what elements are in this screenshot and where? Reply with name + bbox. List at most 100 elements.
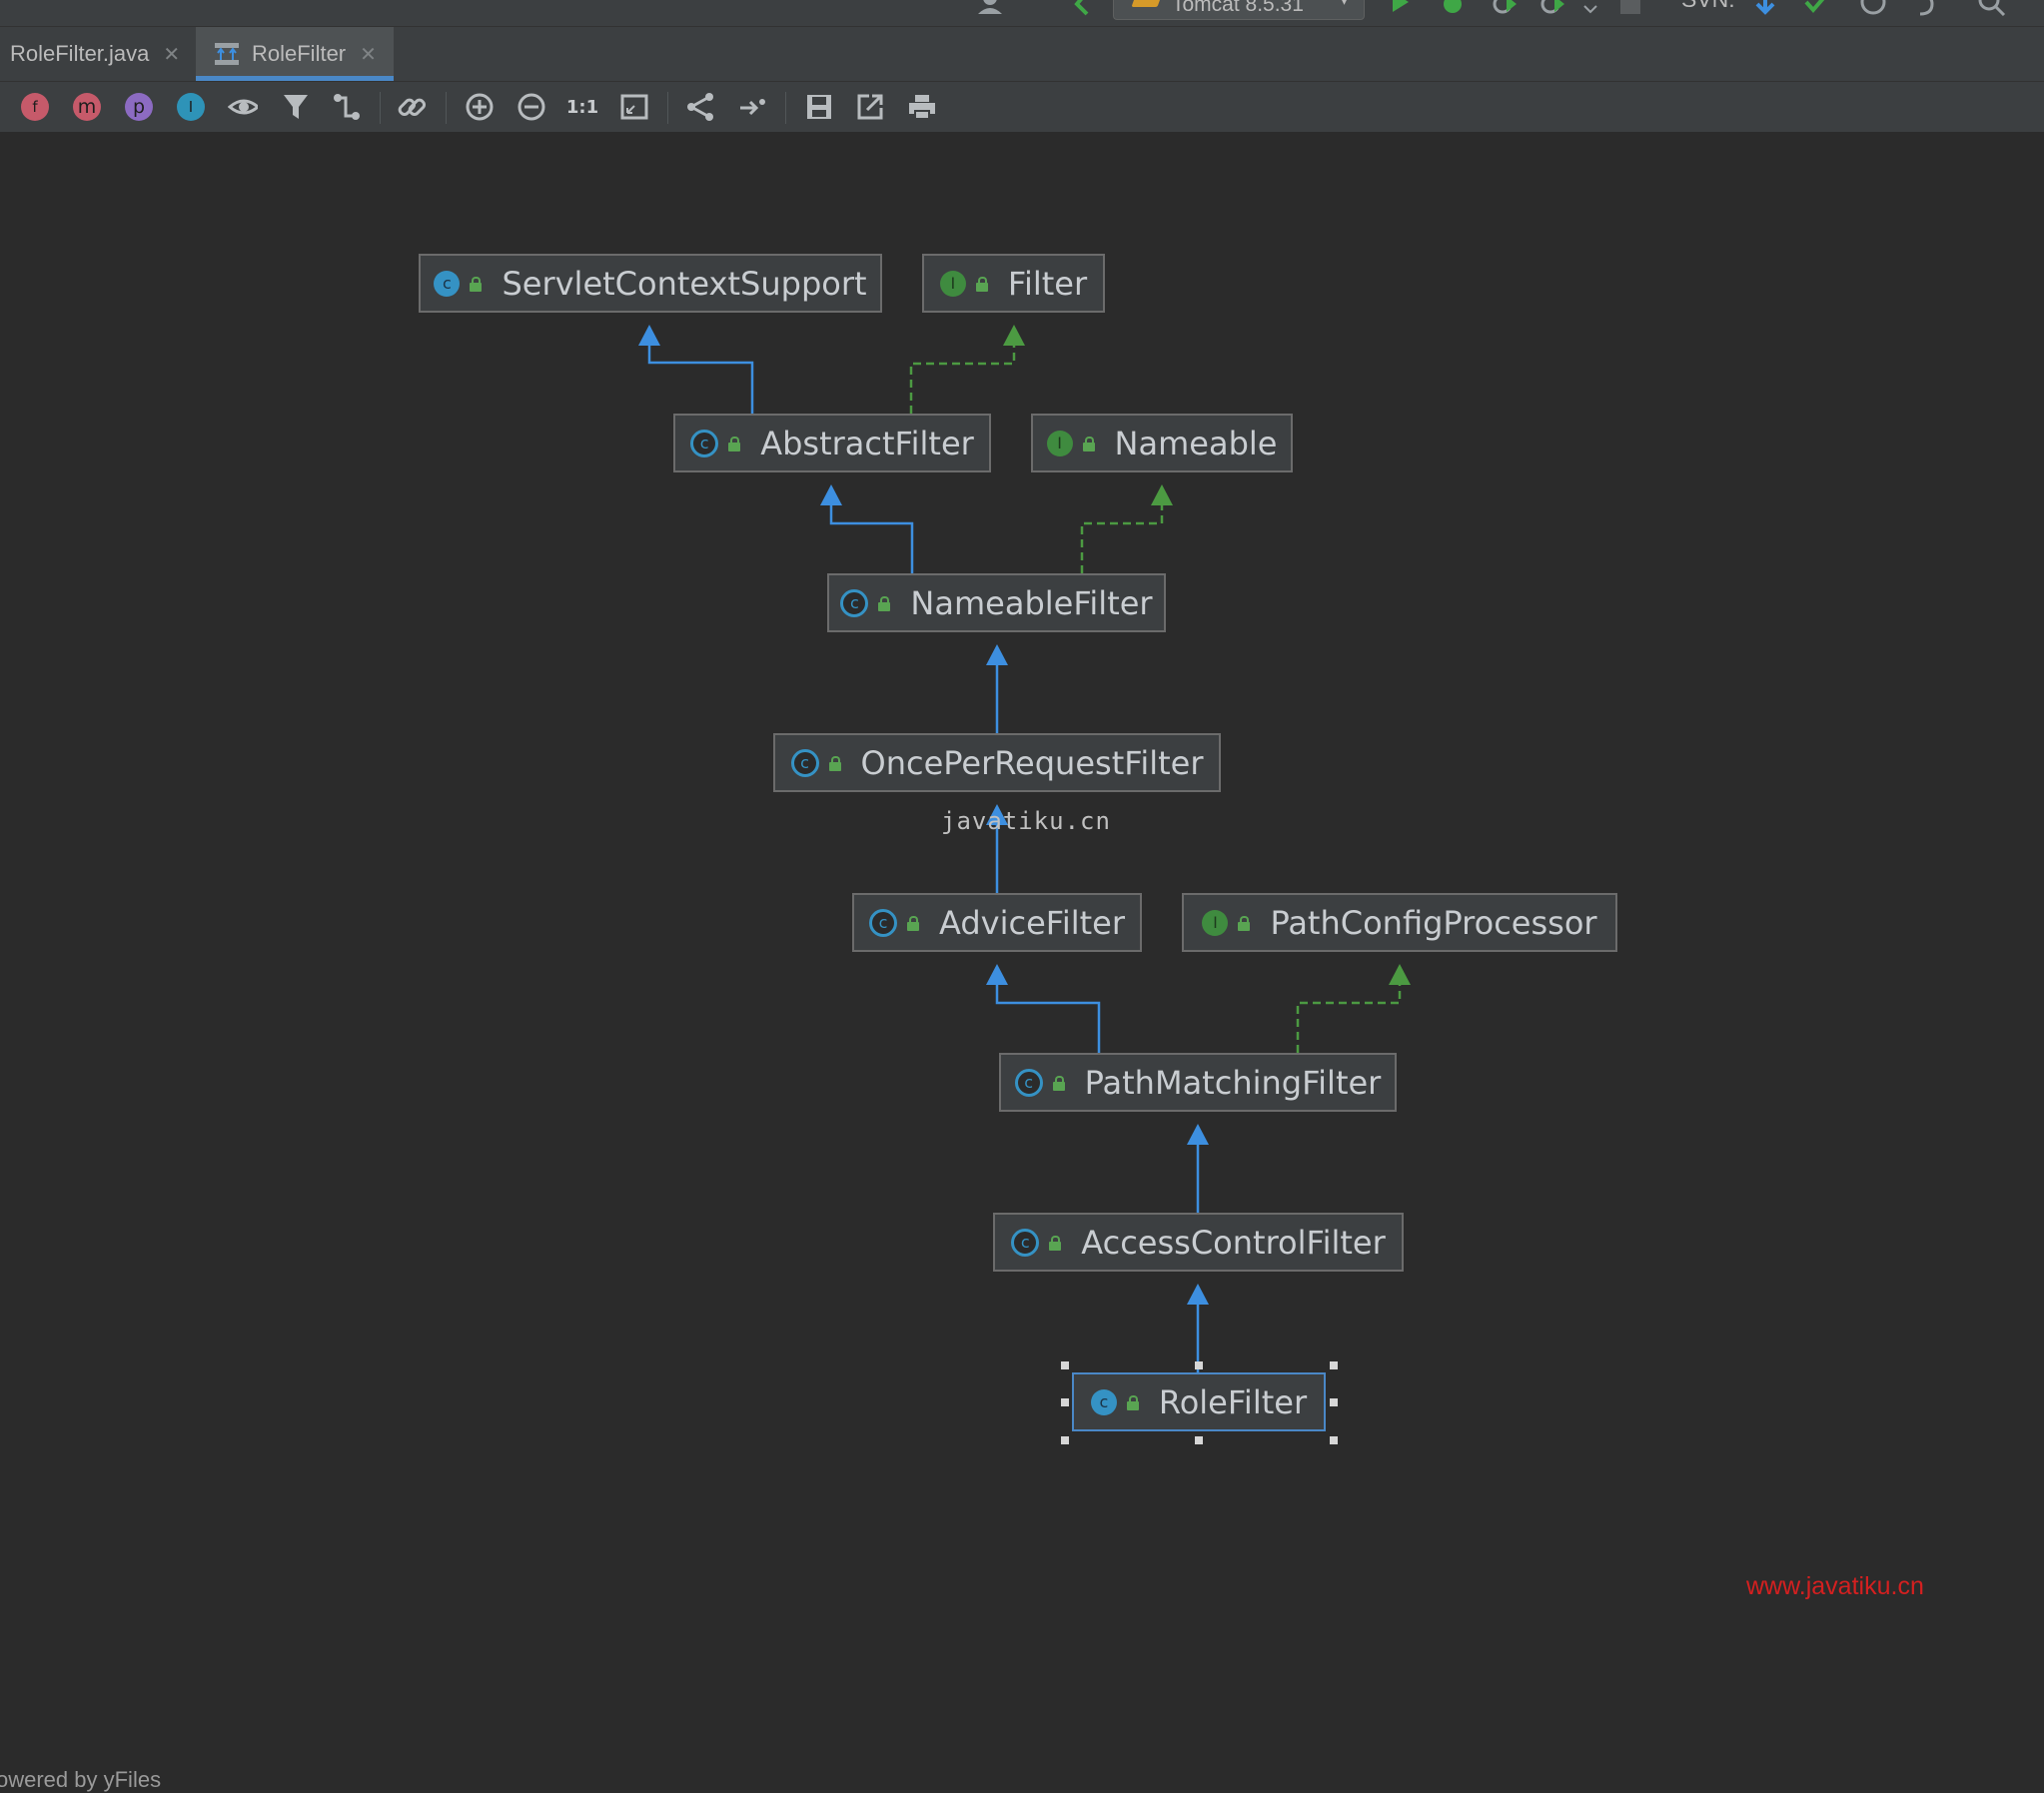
public-lock-icon xyxy=(728,436,742,451)
svn-commit-icon[interactable] xyxy=(1803,0,1827,16)
visibility-icon[interactable] xyxy=(228,92,258,122)
zoom-in-icon[interactable] xyxy=(465,92,495,122)
resize-handle[interactable] xyxy=(1330,1361,1338,1369)
resize-handle[interactable] xyxy=(1061,1361,1069,1369)
rollback-icon[interactable] xyxy=(1910,0,1938,16)
zoom-out-icon[interactable] xyxy=(516,92,546,122)
edge-arrowhead xyxy=(638,325,660,346)
edge-extends xyxy=(995,982,1101,1053)
properties-icon[interactable]: p xyxy=(124,92,154,122)
powered-by-label: owered by yFiles xyxy=(0,1767,162,1792)
save-icon[interactable] xyxy=(804,92,834,122)
export-icon[interactable] xyxy=(855,92,885,122)
watermark-text: javatiku.cn xyxy=(941,807,1111,835)
close-icon[interactable]: ✕ xyxy=(360,42,377,67)
node-nameablefilter[interactable]: c NameableFilter xyxy=(827,573,1166,632)
node-onceperrequestfilter[interactable]: c OncePerRequestFilter xyxy=(773,733,1221,792)
node-label: NameableFilter xyxy=(910,583,1153,622)
edge-extends xyxy=(829,502,914,573)
tab-rolefilter-diagram[interactable]: RoleFilter ✕ xyxy=(196,27,394,81)
edge-arrowhead xyxy=(1187,1284,1209,1305)
node-filter[interactable]: I Filter xyxy=(922,254,1105,313)
resize-handle[interactable] xyxy=(1330,1398,1338,1406)
edge-routing-icon[interactable] xyxy=(332,92,362,122)
watermark-link: www.javatiku.cn xyxy=(1746,1572,1924,1600)
editor-tab-bar: RoleFilter.java ✕ RoleFilter ✕ xyxy=(0,27,2044,82)
resize-handle[interactable] xyxy=(1195,1436,1203,1444)
filter-icon[interactable] xyxy=(282,92,312,122)
public-lock-icon xyxy=(1052,1075,1067,1091)
interface-icon: I xyxy=(939,270,966,297)
user-icon[interactable] xyxy=(974,0,1010,16)
history-icon[interactable] xyxy=(1858,0,1888,16)
edge-arrowhead xyxy=(1003,325,1025,346)
svn-label: SVN: xyxy=(1681,0,1735,13)
edge-arrowhead xyxy=(986,964,1008,985)
public-lock-icon xyxy=(1049,1235,1063,1251)
close-icon[interactable]: ✕ xyxy=(163,42,180,67)
edge-extends xyxy=(647,343,754,414)
node-accesscontrolfilter[interactable]: c AccessControlFilter xyxy=(993,1213,1404,1272)
resize-handle[interactable] xyxy=(1061,1398,1069,1406)
node-pathconfigprocessor[interactable]: I PathConfigProcessor xyxy=(1182,893,1617,952)
chevron-down-icon: ▾ xyxy=(1340,0,1348,9)
node-label: ServletContextSupport xyxy=(502,264,867,303)
node-nameable[interactable]: I Nameable xyxy=(1031,414,1293,472)
public-lock-icon xyxy=(907,915,921,931)
fields-icon[interactable]: f xyxy=(20,92,50,122)
node-pathmatchingfilter[interactable]: c PathMatchingFilter xyxy=(999,1053,1397,1112)
diagram-canvas[interactable]: c ServletContextSupport I Filter c Abstr… xyxy=(0,133,2044,1792)
resize-handle[interactable] xyxy=(1195,1361,1203,1369)
layout-icon[interactable] xyxy=(685,92,715,122)
inner-classes-icon[interactable]: I xyxy=(176,92,206,122)
stop-icon[interactable] xyxy=(1618,0,1642,16)
chevron-down-icon[interactable] xyxy=(1582,0,1598,16)
node-rolefilter[interactable]: c RoleFilter xyxy=(1072,1372,1326,1431)
active-tab-indicator xyxy=(196,76,394,81)
tab-rolefilter-java[interactable]: RoleFilter.java ✕ xyxy=(10,27,180,81)
tomcat-icon xyxy=(1131,0,1163,7)
run-toolbar: Tomcat 8.5.31 ▾ SVN: xyxy=(0,0,2044,27)
node-servletcontextsupport[interactable]: c ServletContextSupport xyxy=(419,254,882,313)
debug-icon[interactable] xyxy=(1439,0,1467,16)
print-icon[interactable] xyxy=(907,92,937,122)
abstract-class-icon: c xyxy=(840,588,869,617)
run-config-selector[interactable]: Tomcat 8.5.31 ▾ xyxy=(1113,0,1365,20)
node-label: RoleFilter xyxy=(1158,1382,1308,1421)
resize-handle[interactable] xyxy=(1061,1436,1069,1444)
edge-arrowhead xyxy=(1389,964,1411,985)
node-label: AccessControlFilter xyxy=(1081,1223,1386,1262)
toolbar-separator xyxy=(667,92,668,124)
node-label: AbstractFilter xyxy=(760,424,974,462)
node-label: OncePerRequestFilter xyxy=(860,743,1204,782)
edge-arrowhead xyxy=(1151,484,1173,505)
coverage-icon[interactable] xyxy=(1491,0,1521,16)
node-advicefilter[interactable]: c AdviceFilter xyxy=(852,893,1142,952)
search-icon[interactable] xyxy=(1976,0,2008,16)
node-label: Nameable xyxy=(1114,424,1278,462)
toolbar-separator xyxy=(380,92,381,124)
toolbar-separator xyxy=(446,92,447,124)
resize-handle[interactable] xyxy=(1330,1436,1338,1444)
back-arrow-icon[interactable] xyxy=(1071,0,1095,16)
node-label: PathConfigProcessor xyxy=(1270,903,1597,942)
public-lock-icon xyxy=(1082,436,1097,451)
actual-size-icon[interactable]: 1:1 xyxy=(566,92,598,122)
apply-layout-icon[interactable] xyxy=(737,92,767,122)
edge-arrowhead xyxy=(1187,1124,1209,1145)
svn-update-icon[interactable] xyxy=(1753,0,1777,16)
edge-implements xyxy=(909,343,1016,414)
methods-icon[interactable]: m xyxy=(72,92,102,122)
interface-icon: I xyxy=(1202,909,1229,936)
node-label: PathMatchingFilter xyxy=(1084,1063,1382,1102)
run-icon[interactable] xyxy=(1389,0,1413,16)
profile-icon[interactable] xyxy=(1538,0,1568,16)
public-lock-icon xyxy=(878,595,892,611)
tab-label: RoleFilter xyxy=(252,41,347,66)
fit-content-icon[interactable] xyxy=(619,92,649,122)
interface-icon: I xyxy=(1046,430,1073,456)
public-lock-icon xyxy=(470,276,484,292)
abstract-class-icon: c xyxy=(790,748,819,777)
dependencies-icon[interactable] xyxy=(397,92,427,122)
node-abstractfilter[interactable]: c AbstractFilter xyxy=(673,414,991,472)
